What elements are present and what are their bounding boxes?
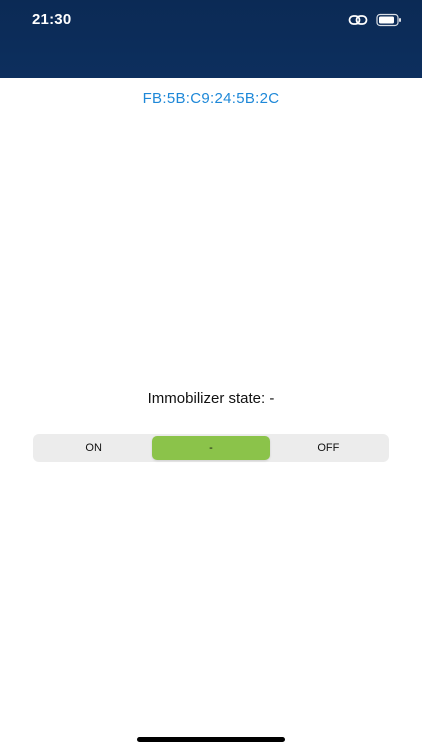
device-id: FB:5B:C9:24:5B:2C xyxy=(142,90,280,107)
home-indicator[interactable] xyxy=(137,737,285,742)
immobilizer-segmented-control: ON - OFF xyxy=(33,434,389,462)
header-bar: 21:30 xyxy=(0,0,422,78)
battery-icon xyxy=(376,13,402,27)
segment-unset[interactable]: - xyxy=(152,436,270,460)
status-icons xyxy=(348,13,402,27)
segment-on[interactable]: ON xyxy=(35,436,152,460)
app-screen: 21:30 FB:5B:C9:24:5B:2C Immobilizer stat… xyxy=(0,0,422,750)
status-time: 21:30 xyxy=(32,11,72,28)
immobilizer-state-label: Immobilizer state: - xyxy=(147,390,275,407)
link-icon xyxy=(348,13,368,27)
segment-off[interactable]: OFF xyxy=(270,436,387,460)
